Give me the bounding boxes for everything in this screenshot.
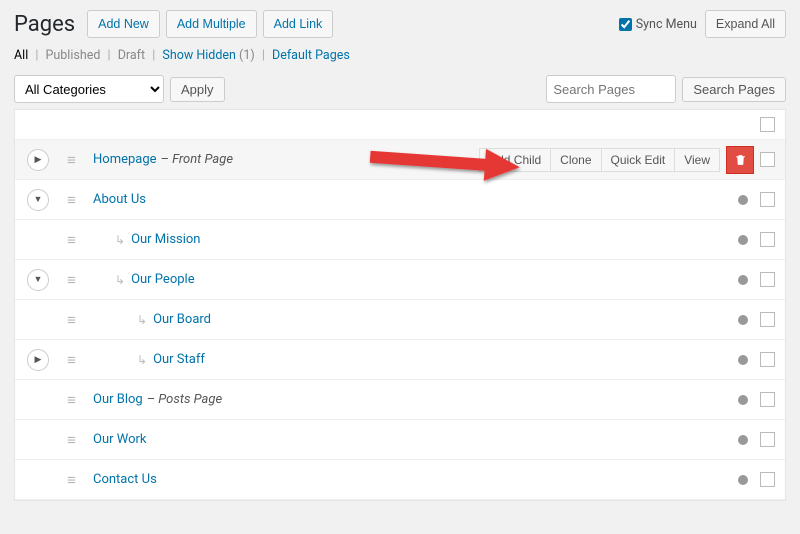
- page-link[interactable]: Homepage: [93, 152, 157, 167]
- row-checkbox[interactable]: [760, 312, 775, 327]
- page-link[interactable]: Our Work: [93, 432, 147, 447]
- filter-hidden-count: (1): [239, 48, 255, 63]
- status-dot: [738, 235, 748, 245]
- table-row: ▼ ≡ ↳ Our People: [15, 260, 785, 300]
- page-suffix: – Posts Page: [147, 392, 222, 407]
- child-arrow-icon: ↳: [137, 313, 147, 327]
- drag-handle-icon[interactable]: ≡: [67, 271, 83, 289]
- table-row: ▶ ≡ ↳ Our Staff: [15, 340, 785, 380]
- table-row: ≡ Our Blog – Posts Page: [15, 380, 785, 420]
- add-multiple-button[interactable]: Add Multiple: [166, 10, 257, 38]
- page-link[interactable]: About Us: [93, 192, 146, 207]
- status-dot: [738, 315, 748, 325]
- filter-draft[interactable]: Draft: [118, 48, 145, 63]
- drag-handle-icon[interactable]: ≡: [67, 231, 83, 249]
- row-checkbox[interactable]: [760, 272, 775, 287]
- page-link[interactable]: Our Blog: [93, 392, 143, 407]
- pages-list: ▶ ≡ Homepage – Front Page Add ChildCloneQuic…: [14, 109, 786, 501]
- status-dot: [738, 195, 748, 205]
- search-button[interactable]: Search Pages: [682, 77, 786, 102]
- row-checkbox[interactable]: [760, 392, 775, 407]
- child-arrow-icon: ↳: [115, 233, 125, 247]
- filter-default-pages[interactable]: Default Pages: [272, 48, 350, 63]
- clone-button[interactable]: Clone: [551, 148, 601, 172]
- status-dot: [738, 435, 748, 445]
- page-link[interactable]: Contact Us: [93, 472, 157, 487]
- child-arrow-icon: ↳: [115, 273, 125, 287]
- search-input[interactable]: [546, 75, 676, 103]
- page-link[interactable]: Our People: [131, 272, 195, 287]
- row-checkbox[interactable]: [760, 192, 775, 207]
- row-checkbox[interactable]: [760, 352, 775, 367]
- apply-button[interactable]: Apply: [170, 77, 225, 102]
- drag-handle-icon[interactable]: ≡: [67, 151, 83, 169]
- add-new-button[interactable]: Add New: [87, 10, 160, 38]
- table-row: ≡ Contact Us: [15, 460, 785, 500]
- table-row: ≡ ↳ Our Mission: [15, 220, 785, 260]
- status-dot: [738, 275, 748, 285]
- drag-handle-icon[interactable]: ≡: [67, 391, 83, 409]
- page-title: Pages: [14, 12, 75, 37]
- expand-toggle[interactable]: ▼: [27, 269, 49, 291]
- trash-icon: [734, 153, 747, 167]
- sync-menu-label: Sync Menu: [636, 17, 697, 32]
- drag-handle-icon[interactable]: ≡: [67, 351, 83, 369]
- page-suffix: – Front Page: [161, 152, 233, 167]
- filter-published[interactable]: Published: [46, 48, 101, 63]
- add-child-button[interactable]: Add Child: [479, 148, 551, 172]
- filter-show-hidden[interactable]: Show Hidden: [162, 48, 236, 63]
- expand-toggle[interactable]: ▶: [27, 149, 49, 171]
- drag-handle-icon[interactable]: ≡: [67, 471, 83, 489]
- sync-menu-toggle[interactable]: Sync Menu: [619, 17, 697, 32]
- filter-bar: All | Published | Draft | Show Hidden (1…: [14, 48, 786, 63]
- expand-toggle[interactable]: ▼: [27, 189, 49, 211]
- page-link[interactable]: Our Staff: [153, 352, 205, 367]
- table-row: ≡ ↳ Our Board: [15, 300, 785, 340]
- table-row: ▶ ≡ Homepage – Front Page Add ChildCloneQuic…: [15, 140, 785, 180]
- expand-toggle[interactable]: ▶: [27, 349, 49, 371]
- quick-edit-button[interactable]: Quick Edit: [602, 148, 676, 172]
- trash-button[interactable]: [726, 146, 754, 174]
- page-link[interactable]: Our Board: [153, 312, 211, 327]
- add-link-button[interactable]: Add Link: [263, 10, 334, 38]
- category-select[interactable]: All Categories: [14, 75, 164, 103]
- expand-all-button[interactable]: Expand All: [705, 10, 786, 38]
- drag-handle-icon[interactable]: ≡: [67, 431, 83, 449]
- select-all-checkbox[interactable]: [760, 117, 775, 132]
- status-dot: [738, 475, 748, 485]
- view-button[interactable]: View: [675, 148, 720, 172]
- status-dot: [738, 355, 748, 365]
- row-checkbox[interactable]: [760, 232, 775, 247]
- table-row: ▼ ≡ About Us: [15, 180, 785, 220]
- page-link[interactable]: Our Mission: [131, 232, 200, 247]
- sync-menu-checkbox[interactable]: [619, 18, 632, 31]
- table-row: ≡ Our Work: [15, 420, 785, 460]
- status-dot: [738, 395, 748, 405]
- filter-all[interactable]: All: [14, 48, 28, 63]
- row-checkbox[interactable]: [760, 472, 775, 487]
- row-checkbox[interactable]: [760, 432, 775, 447]
- drag-handle-icon[interactable]: ≡: [67, 191, 83, 209]
- row-checkbox[interactable]: [760, 152, 775, 167]
- drag-handle-icon[interactable]: ≡: [67, 311, 83, 329]
- child-arrow-icon: ↳: [137, 353, 147, 367]
